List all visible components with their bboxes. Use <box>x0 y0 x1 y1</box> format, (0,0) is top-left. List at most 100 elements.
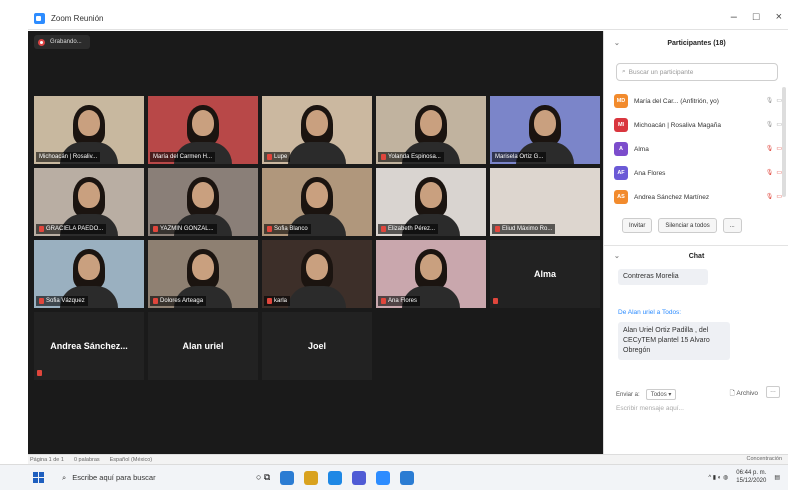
mic-muted-icon <box>381 298 386 304</box>
zoom-app-icon <box>34 13 45 24</box>
avatar: AS <box>614 190 628 204</box>
participant-scrollbar[interactable] <box>782 87 786 197</box>
record-icon <box>38 38 45 46</box>
participant-search-input[interactable]: ⌕ Buscar un participante <box>616 63 778 81</box>
participant-video-tile[interactable]: Andrea Sánchez... <box>34 312 144 380</box>
chevron-down-icon[interactable]: ⌄ <box>614 39 620 47</box>
clock-date: 15/12/2020 <box>736 478 767 484</box>
task-view-icon[interactable]: ○ ⧉ <box>256 472 270 483</box>
person-face <box>420 110 442 136</box>
participant-name: Sofia Vázquez <box>46 298 85 304</box>
mic-muted-icon <box>381 154 386 160</box>
mic-muted-icon <box>495 226 500 232</box>
participant-name: Eliud Máximo Ro... <box>502 226 553 232</box>
taskbar-apps: ○ ⧉ <box>256 470 415 485</box>
participant-name: Marisela Ortiz G... <box>495 154 544 160</box>
participant-video-tile[interactable]: María del Carmen H... <box>148 96 258 164</box>
language-indicator[interactable]: Español (México) <box>110 457 153 463</box>
invite-button[interactable]: Invitar <box>622 218 653 233</box>
mute-all-button[interactable]: Silenciar a todos <box>658 218 717 233</box>
mic-muted-icon[interactable]: 🎙 <box>766 169 774 176</box>
chat-more-button[interactable]: … <box>766 386 780 398</box>
participant-row[interactable]: AS Andrea Sánchez Martínez 🎙 ▭ <box>614 185 782 209</box>
participant-video-tile[interactable]: karla <box>262 240 372 308</box>
participant-row[interactable]: MD María del Car... (Anfitrión, yo) 🎙 ▭ <box>614 89 782 113</box>
participant-row[interactable]: AF Ana Flores 🎙 ▭ <box>614 161 782 185</box>
person-face <box>420 182 442 208</box>
teams-icon[interactable] <box>352 470 367 485</box>
file-button[interactable]: 🗋 Archivo <box>730 389 758 400</box>
avatar: AF <box>614 166 628 180</box>
participant-name-label: Sofia Vázquez <box>36 296 88 306</box>
close-button[interactable]: × <box>776 11 782 23</box>
video-gallery: Grabando... Michoacán | Rosaliv... María … <box>28 31 603 454</box>
chat-sender[interactable]: De Alan uriel a Todos: <box>618 309 681 316</box>
file-icon: 🗋 <box>729 390 735 397</box>
participant-video-tile[interactable]: Alan uriel <box>148 312 258 380</box>
chat-input[interactable]: Escribir mensaje aquí... <box>616 405 776 421</box>
maximize-button[interactable]: □ <box>753 11 760 23</box>
person-face <box>306 182 328 208</box>
participant-name-label: Yolanda Espinosa... <box>378 152 444 162</box>
taskbar-search-input[interactable]: ⌕ Escribe aquí para buscar <box>56 468 226 488</box>
search-icon: ⌕ <box>622 68 626 75</box>
zoom-icon[interactable] <box>376 470 391 485</box>
participant-video-tile[interactable]: Elizabeth Pérez... <box>376 168 486 236</box>
send-to-row: Enviar a: Todos ▾ <box>616 389 677 400</box>
window-title: Zoom Reunión <box>51 14 104 23</box>
participant-row[interactable]: A Alma 🎙 ▭ <box>614 137 782 161</box>
mic-muted-icon <box>39 226 44 232</box>
participant-video-tile[interactable]: Sofia Blanco <box>262 168 372 236</box>
recording-indicator[interactable]: Grabando... <box>34 35 90 49</box>
participant-name-label: YAZMIN GONZAL... <box>150 224 217 234</box>
participant-name-label: María del Carmen H... <box>150 152 216 162</box>
participant-video-tile[interactable]: Lupe <box>262 96 372 164</box>
participant-video-tile[interactable]: Eliud Máximo Ro... <box>490 168 600 236</box>
mic-muted-icon[interactable]: 🎙 <box>766 193 774 200</box>
chrome-icon[interactable] <box>328 470 343 485</box>
window-titlebar: Zoom Reunión – □ × <box>28 8 788 30</box>
mic-icon[interactable]: 🎙 <box>766 97 774 104</box>
person-face <box>78 182 100 208</box>
word-icon[interactable] <box>400 470 415 485</box>
mic-icon[interactable]: 🎙 <box>766 121 774 128</box>
participant-video-tile[interactable]: Sofia Vázquez <box>34 240 144 308</box>
mic-muted-icon <box>267 298 272 304</box>
participant-video-tile[interactable]: Ana Flores <box>376 240 486 308</box>
focus-mode-button[interactable]: Concentración <box>747 456 782 462</box>
minimize-button[interactable]: – <box>731 11 737 23</box>
windows-start-icon[interactable] <box>28 468 48 488</box>
participant-video-tile[interactable]: YAZMIN GONZAL... <box>148 168 258 236</box>
participant-video-tile[interactable]: Yolanda Espinosa... <box>376 96 486 164</box>
participant-name: YAZMIN GONZAL... <box>160 226 214 232</box>
clock[interactable]: 06:44 p. m. 15/12/2020 <box>736 469 766 485</box>
word-count: 0 palabras <box>73 456 100 463</box>
mic-muted-icon[interactable]: 🎙 <box>766 145 774 152</box>
chat-title: Chat <box>688 253 705 260</box>
send-to-select[interactable]: Todos ▾ <box>645 389 677 400</box>
clock-time: 06:44 p. m. <box>736 470 767 476</box>
participant-video-tile[interactable]: Dolores Arteaga <box>148 240 258 308</box>
chevron-down-icon[interactable]: ⌄ <box>614 252 620 260</box>
participant-video-tile[interactable]: Joel <box>262 312 372 380</box>
participant-video-tile[interactable]: GRACIELA PAEDO... <box>34 168 144 236</box>
participant-video-tile[interactable]: Michoacán | Rosaliv... <box>34 96 144 164</box>
participant-name: Joel <box>307 341 326 351</box>
tray-icons[interactable]: ^ ▮ ◐ ◍ <box>708 474 728 481</box>
participant-row[interactable]: MI Michoacán | Rosaliva Magaña 🎙 ▭ <box>614 113 782 137</box>
person-face <box>534 110 556 136</box>
participant-name-label: Dolores Arteaga <box>150 296 207 306</box>
file-explorer-icon[interactable] <box>304 470 319 485</box>
notifications-icon[interactable]: ▤ <box>774 474 780 481</box>
participant-name: Michoacán | Rosaliv... <box>39 154 98 160</box>
edge-icon[interactable] <box>280 470 295 485</box>
more-options-button[interactable]: ... <box>722 218 742 233</box>
status-bar: Página 1 de 1 0 palabras Español (México… <box>28 454 788 464</box>
participant-name: Andrea Sánchez... <box>50 341 128 351</box>
participant-video-tile[interactable]: Alma <box>490 240 600 308</box>
page-count: Página 1 de 1 <box>30 456 64 463</box>
mic-muted-icon <box>37 370 42 376</box>
recording-label: Grabando... <box>50 39 82 45</box>
search-icon: ⌕ <box>62 472 67 482</box>
participant-video-tile[interactable]: Marisela Ortiz G... <box>490 96 600 164</box>
